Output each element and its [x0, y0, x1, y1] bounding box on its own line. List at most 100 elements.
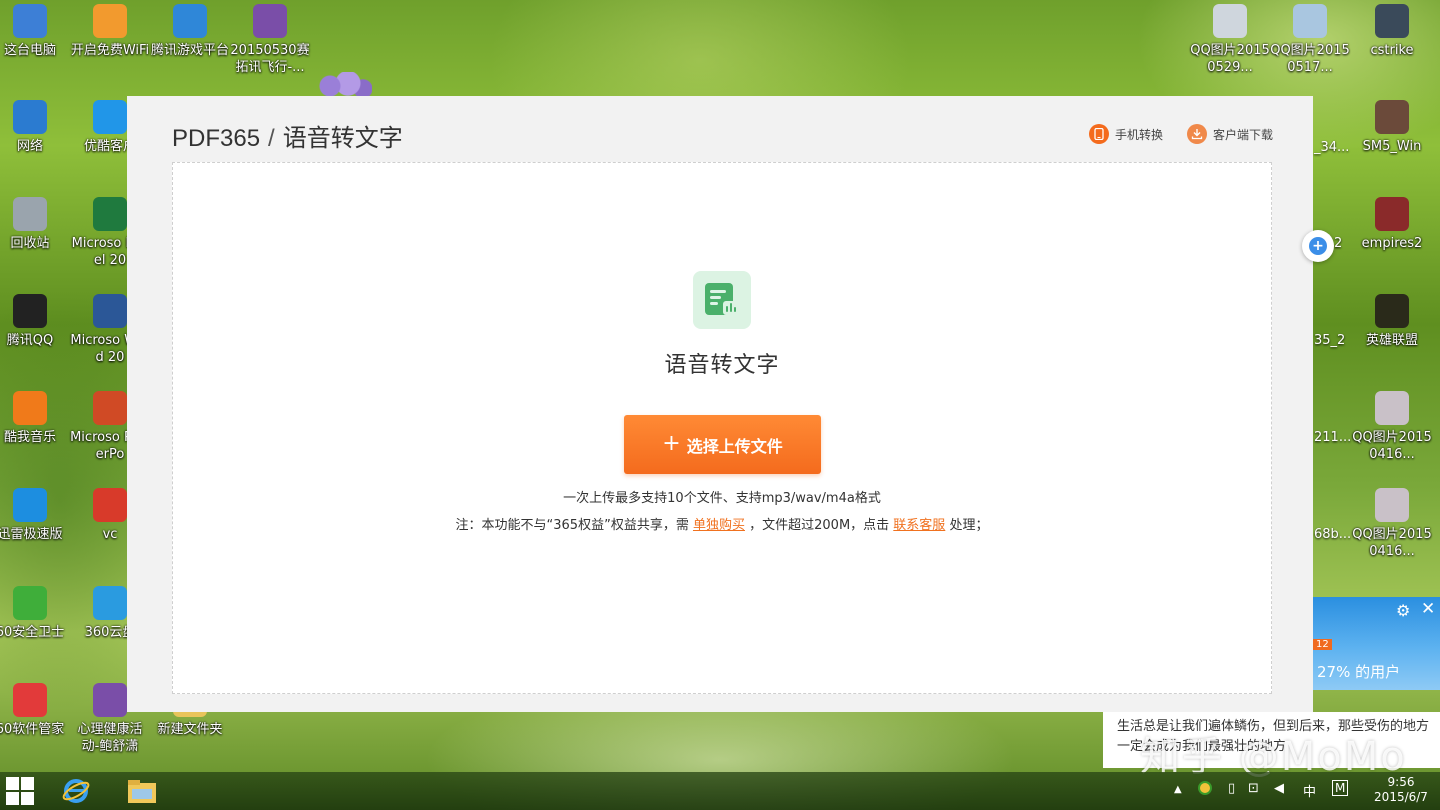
desktop-icon-label: QQ图片20150416...	[1352, 430, 1432, 462]
tray-expand-icon[interactable]: ▲	[1174, 784, 1182, 795]
note-text-c: 处理；	[949, 518, 989, 533]
clock[interactable]: 9:56 2015/6/7	[1370, 775, 1432, 805]
note-text-b: ，文件超过200M，点击	[749, 518, 890, 533]
archive-icon	[253, 4, 287, 38]
left-desktop-icon[interactable]: 60软件管家	[0, 683, 70, 738]
desktop-icon-label: empires2	[1361, 236, 1423, 251]
gear-icon[interactable]: ⚙	[1396, 601, 1410, 620]
left-desktop-icon[interactable]: 回收站	[0, 197, 70, 252]
page-name: 语音转文字	[282, 125, 403, 152]
right-desktop-icon[interactable]: SM5_Win	[1352, 100, 1432, 155]
left-desktop-icon[interactable]: 腾讯游戏平台	[150, 4, 230, 59]
thunder-icon	[13, 488, 47, 522]
desktop-icon-label: 网络	[16, 139, 43, 154]
network-icon	[13, 100, 47, 134]
right-desktop-icon[interactable]: cstrike	[1352, 4, 1432, 59]
right-desktop-icon[interactable]: QQ图片20150416...	[1352, 391, 1432, 463]
vc-icon	[93, 488, 127, 522]
upload-drop-zone[interactable]: 语音转文字 + 选择上传文件 一次上传最多支持10个文件、支持mp3/wav/m…	[172, 162, 1272, 694]
taskbar: ▲ ▯ ⊡ ◀ 中 M 9:56 2015/6/7	[0, 772, 1440, 810]
client-download-label: 客户端下载	[1213, 127, 1274, 142]
security-guard-icon	[13, 586, 47, 620]
upload-button-label: 选择上传文件	[686, 436, 783, 456]
file-explorer-taskbar-button[interactable]	[124, 776, 160, 806]
mobile-convert-link[interactable]: 手机转换	[1089, 124, 1163, 144]
wifi-icon	[93, 4, 127, 38]
left-desktop-icon[interactable]: 20150530赛拓讯飞行-...	[230, 4, 310, 76]
image-file-icon	[1213, 4, 1247, 38]
right-desktop-icon[interactable]: QQ图片20150416...	[1352, 488, 1432, 560]
qq-icon	[13, 294, 47, 328]
ime-chinese-indicator[interactable]: 中	[1303, 781, 1316, 800]
desktop-icon-label: 60软件管家	[0, 722, 65, 737]
internet-explorer-icon	[62, 779, 90, 803]
desktop-icon-label: cstrike	[1370, 43, 1414, 58]
right-desktop-icon[interactable]: empires2	[1352, 197, 1432, 252]
right-desktop-icon[interactable]: 英雄联盟	[1352, 294, 1432, 349]
desktop-icon-label: 回收站	[10, 236, 50, 251]
popup-percent-text: 27% 的用户	[1317, 663, 1401, 681]
upload-note: 注：本功能不与“365权益”权益共享，需 单独购买 ，文件超过200M，点击 联…	[173, 514, 1271, 533]
desktop-icon-label: 新建文件夹	[157, 722, 223, 737]
left-desktop-icon[interactable]: 60安全卫士	[0, 586, 70, 641]
clock-date: 2015/6/7	[1374, 790, 1428, 804]
notification-popup[interactable]: ⚙ ✕ 12 27% 的用户	[1313, 597, 1440, 690]
right-desktop-icon[interactable]: QQ图片20150529...	[1190, 4, 1270, 76]
right-desktop-icon[interactable]: QQ图片20150517...	[1270, 4, 1350, 76]
partial-icon-label[interactable]: _34...	[1314, 140, 1349, 155]
battery-icon[interactable]: ▯	[1228, 781, 1235, 796]
buy-separately-link[interactable]: 单独购买	[693, 518, 745, 533]
page-title: PDF365 / 语音转文字	[172, 118, 403, 153]
desktop-icon-label: QQ图片20150517...	[1270, 43, 1350, 75]
window-header: PDF365 / 语音转文字 手机转换 客户端下载	[127, 96, 1313, 164]
left-desktop-icon[interactable]: 这台电脑	[0, 4, 70, 59]
tray-app-icon[interactable]	[1198, 781, 1212, 799]
desktop-icon-label: 这台电脑	[3, 43, 56, 58]
left-desktop-icon[interactable]: 酷我音乐	[0, 391, 70, 446]
partial-icon-label[interactable]: 211...	[1314, 430, 1351, 445]
desktop-icon-label: QQ图片20150416...	[1352, 527, 1432, 559]
volume-icon[interactable]: ◀	[1274, 781, 1284, 796]
ime-mode-indicator[interactable]: M	[1332, 780, 1349, 796]
cloud-drive-icon	[93, 586, 127, 620]
partial-icon-label[interactable]: 68b...	[1314, 527, 1351, 542]
recycle-bin-icon	[13, 197, 47, 231]
close-icon[interactable]: ✕	[1421, 599, 1435, 619]
folder-icon	[128, 780, 156, 803]
partial-icon-label[interactable]: 35_2	[1314, 333, 1345, 348]
left-desktop-icon[interactable]: 网络	[0, 100, 70, 155]
archive-icon	[93, 683, 127, 717]
client-download-link[interactable]: 客户端下载	[1187, 124, 1273, 144]
left-desktop-icon[interactable]: 开启免费WiFi	[70, 4, 150, 59]
desktop-icon-label: 英雄联盟	[1365, 333, 1418, 348]
ie-taskbar-button[interactable]	[58, 776, 94, 806]
select-upload-file-button[interactable]: + 选择上传文件	[624, 415, 821, 474]
desktop-icon-label: 腾讯游戏平台	[150, 43, 229, 58]
youku-icon	[93, 100, 127, 134]
desktop-icon-label: 20150530赛拓讯飞行-...	[230, 43, 310, 75]
desktop-icon-label: 酷我音乐	[3, 430, 56, 445]
computer-icon	[13, 4, 47, 38]
contact-service-link[interactable]: 联系客服	[893, 518, 945, 533]
plus-circle-icon: +	[1309, 237, 1327, 255]
popup-badge: 12	[1313, 639, 1332, 650]
software-manager-icon	[13, 683, 47, 717]
left-desktop-icon[interactable]: 迅雷极速版	[0, 488, 70, 543]
desktop-icon-label: 迅雷极速版	[0, 527, 63, 542]
network-tray-icon[interactable]: ⊡	[1248, 781, 1259, 796]
desktop-icon-label: 心理健康活动-鲍舒潇	[77, 722, 143, 754]
feature-title: 语音转文字	[664, 353, 780, 378]
note-text-a: 注：本功能不与“365权益”权益共享，需	[455, 518, 689, 533]
left-desktop-icon[interactable]: 腾讯QQ	[0, 294, 70, 349]
clock-time: 9:56	[1387, 775, 1415, 789]
plus-icon: +	[662, 431, 681, 456]
floating-add-button[interactable]: +	[1302, 230, 1334, 262]
image-file-icon	[1293, 4, 1327, 38]
partial-icon-label[interactable]: 2	[1334, 236, 1342, 251]
image-file-icon	[1375, 488, 1409, 522]
sm5-icon	[1375, 100, 1409, 134]
start-button[interactable]	[2, 776, 38, 806]
brand-name[interactable]: PDF365	[172, 125, 260, 152]
desktop-icon-label: 60安全卫士	[0, 625, 65, 640]
game-platform-icon	[173, 4, 207, 38]
